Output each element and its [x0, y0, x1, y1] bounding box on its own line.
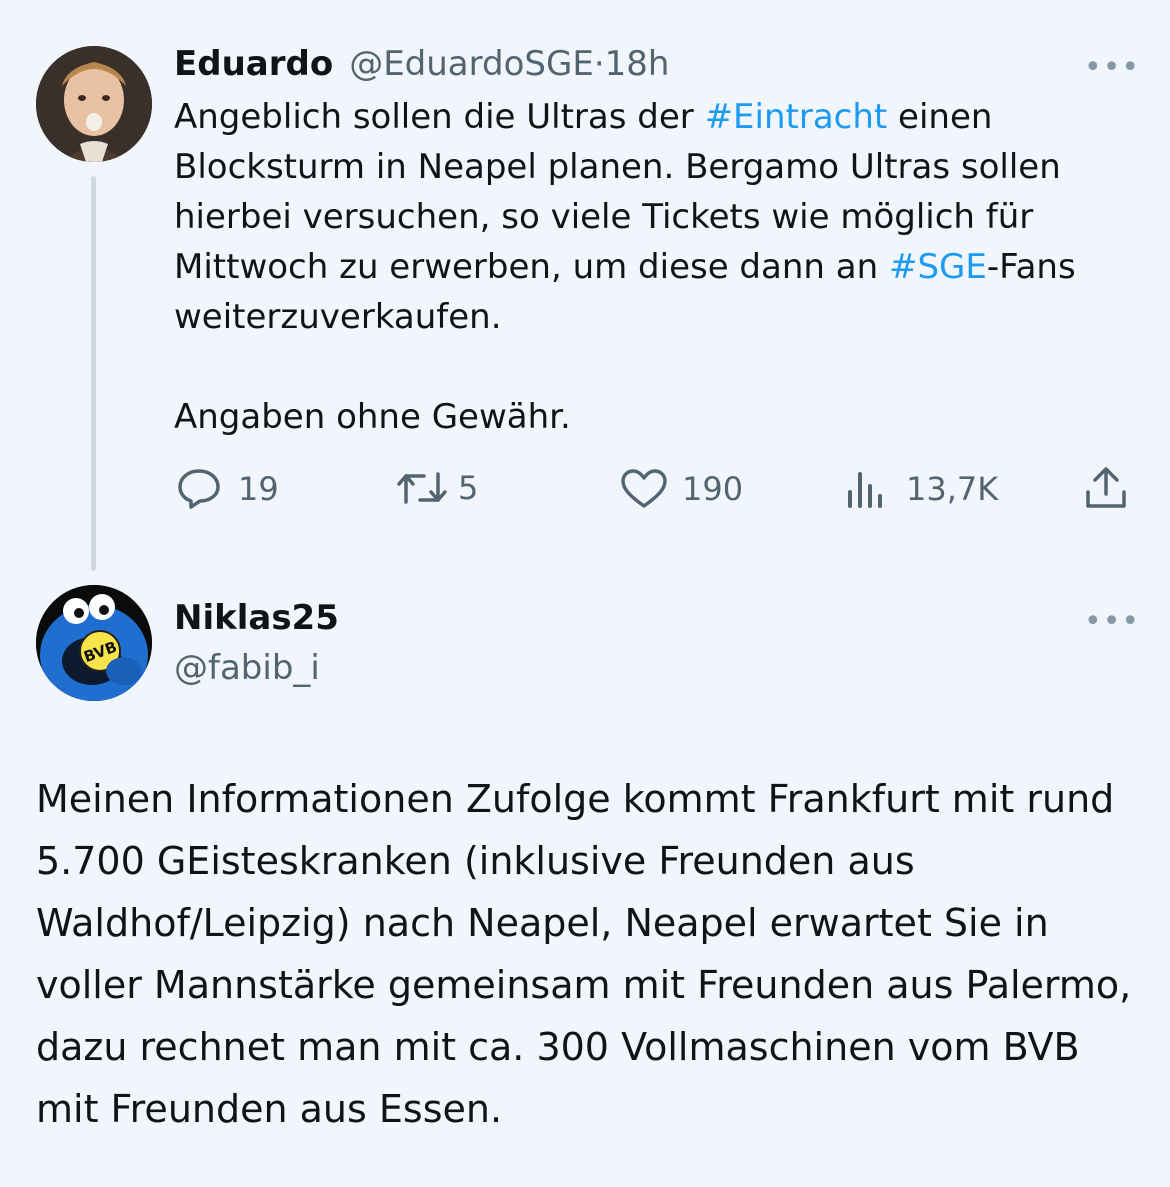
- tweet-body: Angeblich sollen die Ultras der #Eintrac…: [174, 92, 1144, 442]
- retweet-count: 5: [458, 469, 479, 507]
- tweet-timestamp[interactable]: 18h: [605, 44, 670, 84]
- views-button[interactable]: 13,7K: [844, 468, 998, 510]
- avatar-photo-icon: [36, 46, 152, 162]
- share-button[interactable]: [1084, 464, 1128, 510]
- retweet-icon: [397, 472, 447, 504]
- reply-author-name[interactable]: Niklas25: [174, 598, 339, 638]
- hashtag-link[interactable]: #Eintracht: [705, 97, 888, 137]
- reply-button[interactable]: 19: [176, 468, 279, 510]
- header-separator: ·: [593, 44, 605, 84]
- analytics-icon: [848, 472, 882, 508]
- reply-count: 19: [238, 470, 279, 508]
- tweet-paragraph-1: Angeblich sollen die Ultras der #Eintrac…: [174, 92, 1144, 342]
- tweet-text-segment: Angeblich sollen die Ultras der: [174, 97, 705, 137]
- like-count: 190: [682, 470, 744, 508]
- tweet-header: Eduardo @EduardoSGE · 18h: [174, 44, 669, 84]
- reply-icon: [178, 469, 220, 509]
- cookie-monster-avatar-icon: BVB: [36, 585, 152, 701]
- reply-body: Meinen Informationen Zufolge kommt Frank…: [36, 777, 1132, 1131]
- author-handle[interactable]: @EduardoSGE: [349, 44, 594, 84]
- share-icon: [1086, 467, 1126, 508]
- hashtag-link[interactable]: #SGE: [889, 247, 987, 287]
- more-options-icon[interactable]: •••: [1084, 50, 1140, 85]
- reply-author-avatar[interactable]: BVB: [36, 585, 152, 701]
- retweet-button[interactable]: 5: [396, 468, 478, 508]
- reply-author-handle[interactable]: @fabib_i: [174, 648, 320, 688]
- heart-icon: [621, 469, 667, 508]
- reply-more-options-icon[interactable]: •••: [1084, 604, 1140, 639]
- views-count: 13,7K: [906, 470, 999, 508]
- author-avatar[interactable]: [36, 46, 152, 162]
- like-button[interactable]: 190: [620, 468, 743, 510]
- author-name[interactable]: Eduardo: [174, 44, 333, 84]
- tweet-paragraph-2: Angaben ohne Gewähr.: [174, 397, 571, 437]
- thread-connector-line: [91, 176, 96, 571]
